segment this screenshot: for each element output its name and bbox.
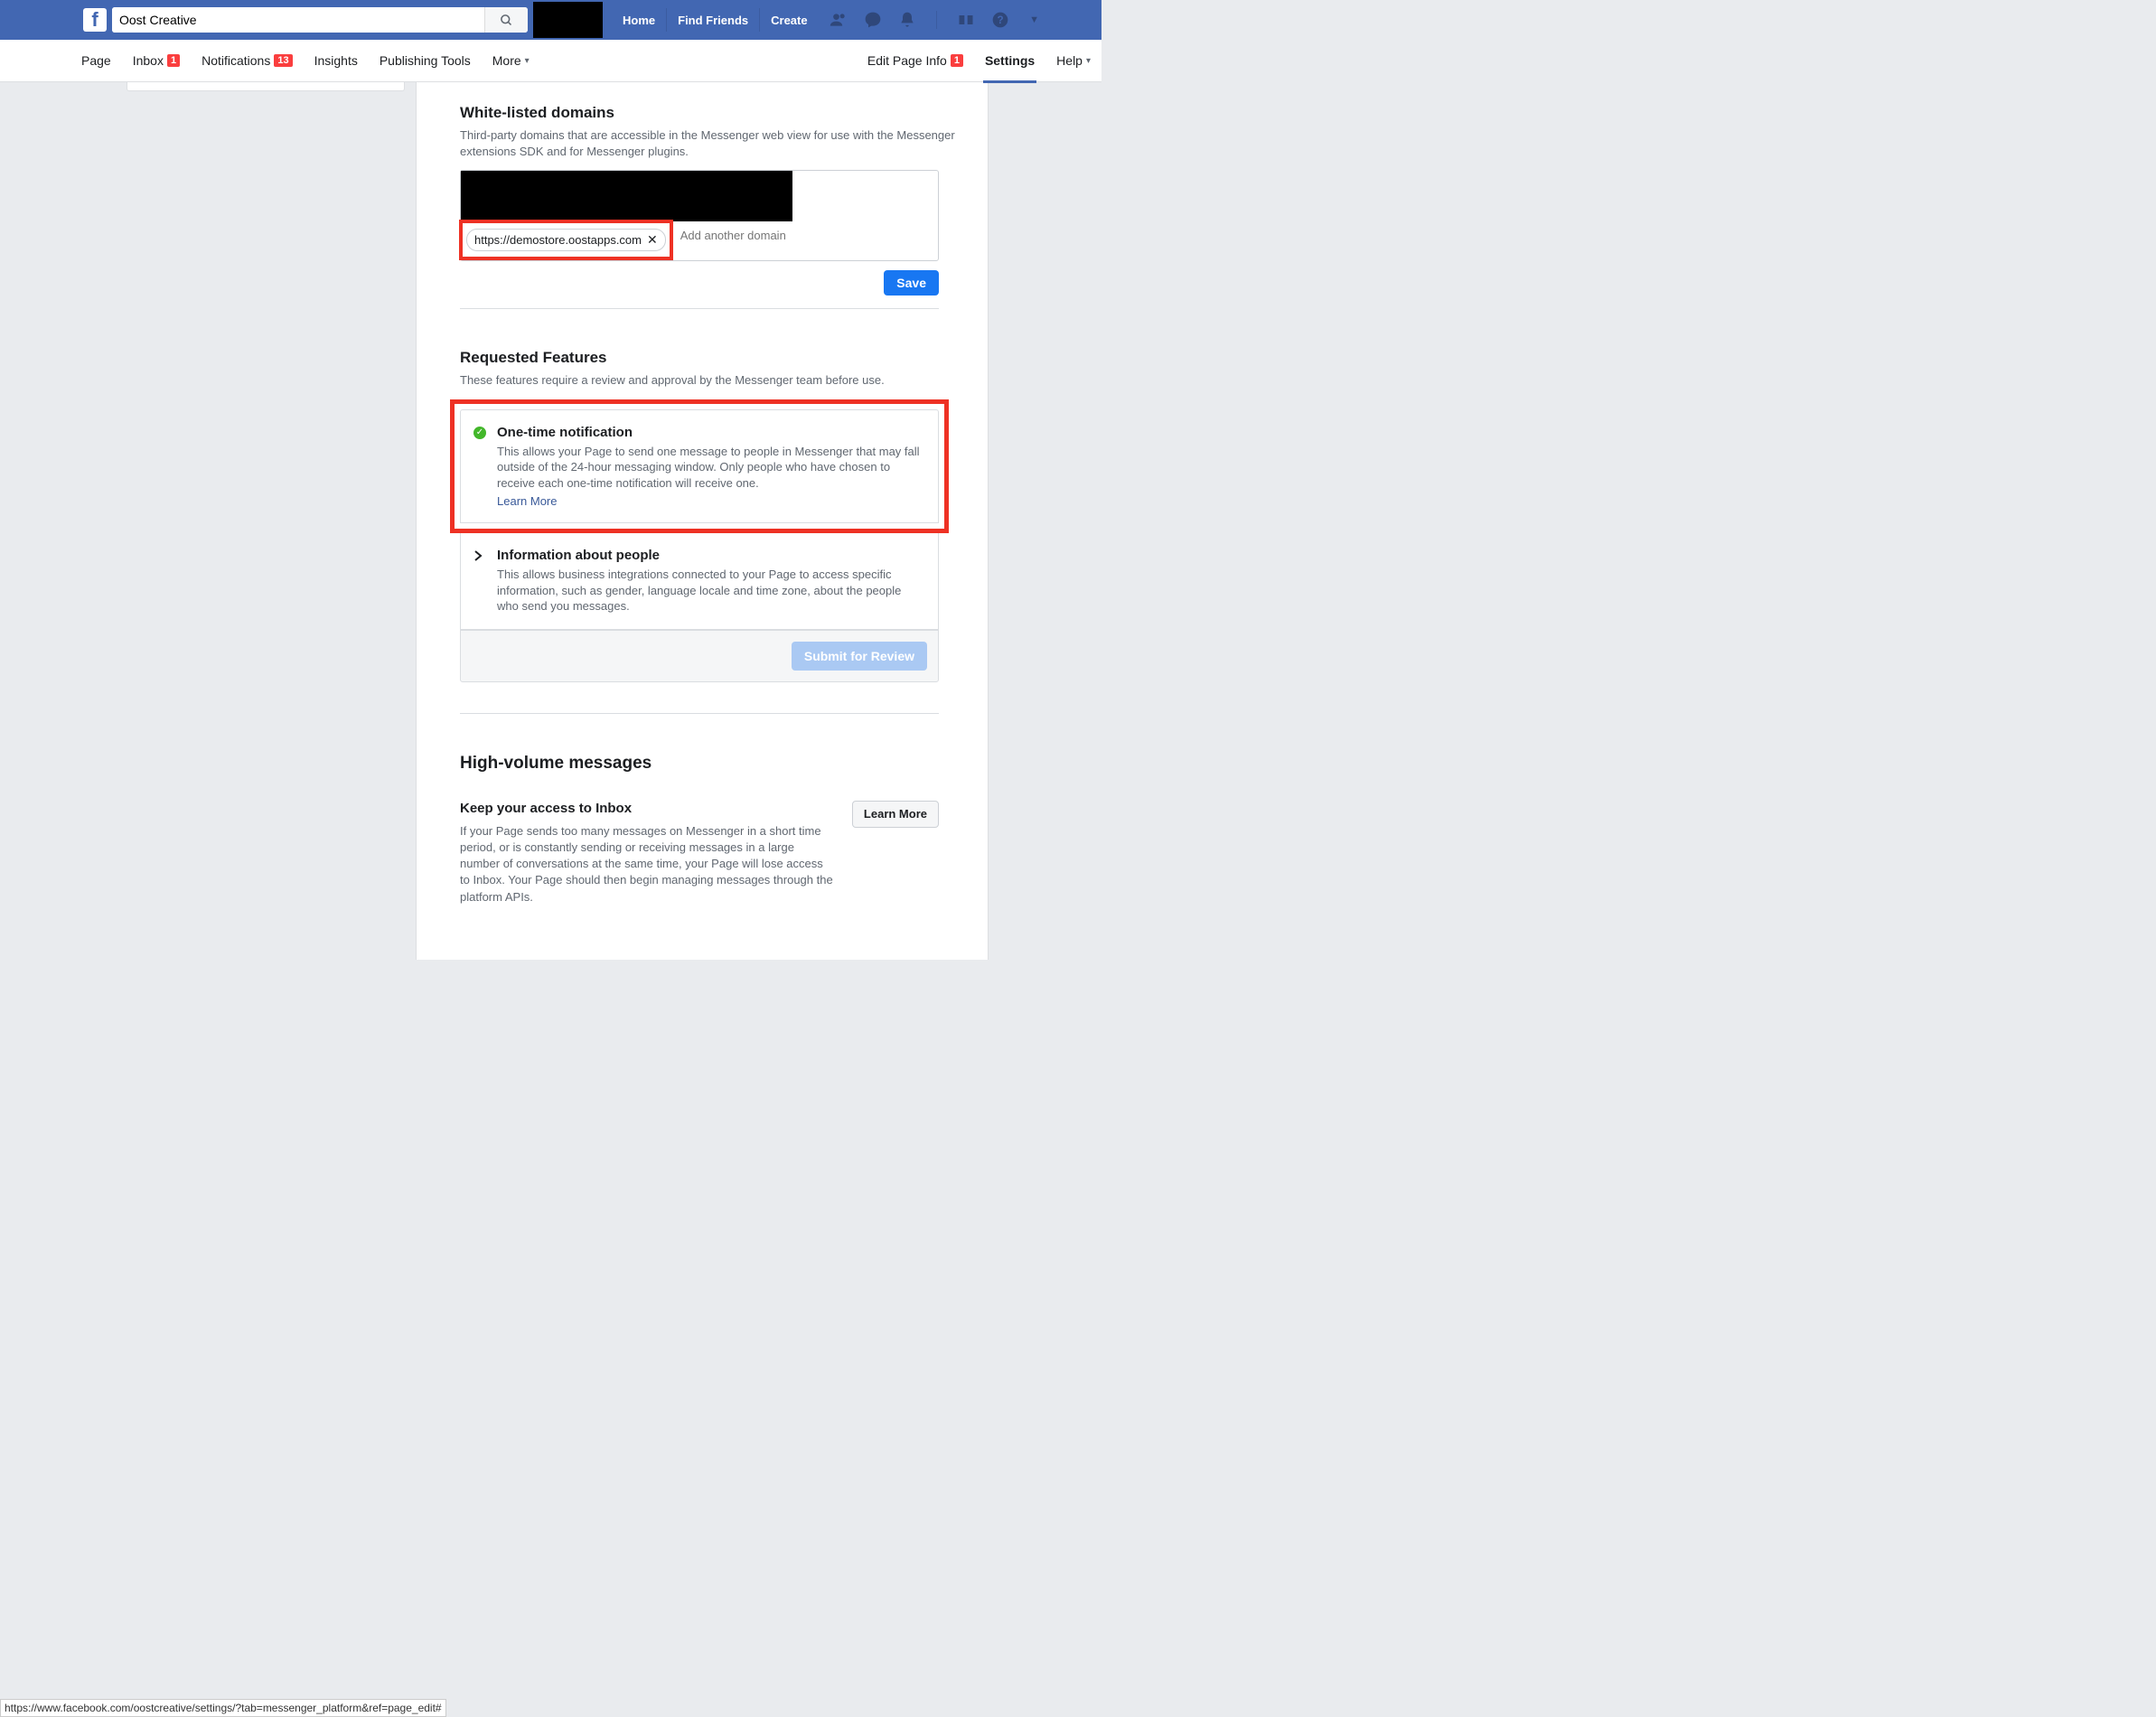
features-footer: Submit for Review [460,630,939,682]
tab-help[interactable]: Help [1045,40,1101,82]
main-column: White-listed domains Third-party domains… [416,82,989,960]
divider [460,308,939,309]
whitelist-desc: Third-party domains that are accessible … [460,127,966,159]
search-input[interactable] [112,7,484,33]
help-icon[interactable]: ? [991,11,1009,29]
status-bar-url: https://www.facebook.com/oostcreative/se… [0,1699,446,1717]
high-volume-left: Keep your access to Inbox If your Page s… [460,801,834,905]
tab-settings[interactable]: Settings [974,40,1045,82]
account-dropdown-icon[interactable]: ▼ [1026,11,1044,29]
save-button[interactable]: Save [884,270,939,296]
add-domain-input[interactable] [673,221,938,249]
notifications-badge: 13 [274,54,292,67]
feature-2-desc: This allows business integrations connec… [497,567,923,615]
feature-2-title: Information about people [497,548,923,563]
tab-page[interactable]: Page [70,40,122,82]
icon-divider [936,11,937,29]
tab-notifications[interactable]: Notifications 13 [191,40,304,82]
highlight-domain-chip: https://demostore.oostapps.com ✕ [459,220,673,260]
features-container: ✓ One-time notification This allows your… [460,399,939,682]
topbar: f Home Find Friends Create ? ▼ [0,0,1101,40]
chevron-right-icon [473,549,488,564]
top-nav: Home Find Friends Create [612,8,819,32]
whitelist-save-row: Save [460,270,939,296]
feature-card-outer-2: Information about people This allows bus… [460,533,939,630]
feature-1-title: One-time notification [497,425,923,440]
search-wrapper [112,7,528,33]
notifications-icon[interactable] [898,11,916,29]
feature-card-outer-1: ✓ One-time notification This allows your… [460,409,939,524]
check-icon: ✓ [473,427,488,441]
messenger-icon[interactable] [864,11,882,29]
whitelist-domain-box: https://demostore.oostapps.com ✕ [460,170,939,261]
tab-inbox-label: Inbox [133,53,164,68]
feature-1-desc: This allows your Page to send one messag… [497,444,923,492]
top-icons: ? ▼ [830,11,1044,29]
quick-help-icon[interactable] [957,11,975,29]
search-icon [500,14,513,27]
high-volume-title: High-volume messages [460,754,966,774]
requested-features-title: Requested Features [460,349,966,367]
feature-one-time-notification[interactable]: ✓ One-time notification This allows your… [461,410,938,523]
friend-requests-icon[interactable] [830,11,848,29]
page-body: White-listed domains Third-party domains… [0,82,1101,960]
tab-insights[interactable]: Insights [304,40,369,82]
edit-page-info-badge: 1 [951,54,963,67]
nav-home[interactable]: Home [612,8,667,32]
high-volume-row: Keep your access to Inbox If your Page s… [460,801,939,905]
search-button[interactable] [484,7,528,33]
nav-create[interactable]: Create [760,8,818,32]
left-column [0,82,416,960]
svg-text:?: ? [997,14,1003,26]
facebook-logo[interactable]: f [83,8,107,32]
page-tabs: Page Inbox 1 Notifications 13 Insights P… [0,40,1101,82]
feature-1-learn-more[interactable]: Learn More [497,494,557,508]
whitelist-title: White-listed domains [460,104,966,122]
high-volume-right: Learn More [852,801,939,905]
domain-row: https://demostore.oostapps.com ✕ [461,221,938,260]
tab-edit-page-info-label: Edit Page Info [867,53,947,68]
divider-2 [460,713,939,714]
tab-publishing-tools[interactable]: Publishing Tools [369,40,482,82]
redacted-profile [533,2,603,38]
high-volume-learn-more-button[interactable]: Learn More [852,801,939,828]
tab-inbox[interactable]: Inbox 1 [122,40,191,82]
tab-edit-page-info[interactable]: Edit Page Info 1 [857,40,974,82]
remove-domain-icon[interactable]: ✕ [647,232,658,248]
requested-features-desc: These features require a review and appr… [460,372,966,389]
high-volume-subtitle: Keep your access to Inbox [460,801,834,816]
high-volume-desc: If your Page sends too many messages on … [460,823,834,905]
tab-more[interactable]: More [482,40,540,82]
domain-chip-text: https://demostore.oostapps.com [474,233,642,247]
highlight-one-time-notification: ✓ One-time notification This allows your… [450,399,949,534]
domain-chip: https://demostore.oostapps.com ✕ [466,229,666,251]
nav-find-friends[interactable]: Find Friends [667,8,760,32]
feature-information-about-people[interactable]: Information about people This allows bus… [461,533,938,629]
redacted-domain [461,171,792,221]
inbox-badge: 1 [167,54,180,67]
sidebar-card-bottom [127,82,405,91]
tab-notifications-label: Notifications [202,53,270,68]
submit-for-review-button[interactable]: Submit for Review [792,642,927,671]
